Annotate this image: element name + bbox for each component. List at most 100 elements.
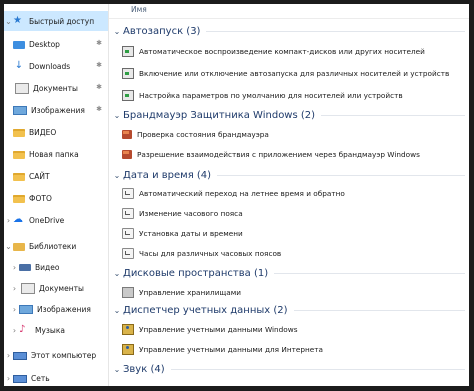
firewall-icon — [122, 150, 132, 159]
pin-icon[interactable]: ✱ — [96, 105, 102, 113]
nav-desktop[interactable]: Desktop ✱ — [4, 34, 108, 54]
group-title: Диспетчер учетных данных (2) — [123, 304, 288, 316]
group-divider — [206, 30, 465, 32]
nav-label: Библиотеки — [29, 241, 77, 251]
download-icon: ↓ — [14, 60, 24, 71]
column-header-name[interactable]: Имя — [109, 4, 469, 19]
folder-icon — [13, 172, 25, 181]
list-item[interactable]: Установка даты и времени — [122, 225, 469, 242]
nav-folder-video[interactable]: ВИДЕО — [4, 122, 108, 142]
pin-icon[interactable]: ✱ — [96, 39, 102, 47]
nav-label: САЙТ — [29, 171, 50, 181]
storage-icon — [122, 287, 134, 298]
document-icon — [15, 82, 29, 94]
list-item[interactable]: Разрешение взаимодействия с приложением … — [122, 146, 469, 163]
list-item[interactable]: Управление учетными данными для Интернет… — [122, 341, 469, 358]
nav-downloads[interactable]: ↓ Downloads ✱ — [4, 56, 108, 76]
nav-lib-music[interactable]: › ♪ Музыка — [4, 320, 108, 340]
chevron-down-icon[interactable]: ⌄ — [111, 306, 123, 315]
nav-label: ФОТО — [29, 193, 52, 203]
folder-icon — [13, 194, 25, 203]
chevron-down-icon[interactable]: ⌄ — [111, 111, 123, 120]
autoplay-icon — [122, 90, 134, 101]
nav-folder-new[interactable]: Новая папка — [4, 144, 108, 164]
list-item[interactable]: Автоматическое воспроизведение компакт-д… — [122, 43, 469, 60]
clock-icon — [122, 248, 134, 259]
pin-icon[interactable]: ✱ — [96, 83, 102, 91]
firewall-icon — [122, 130, 132, 139]
item-label: Автоматическое воспроизведение компакт-д… — [139, 47, 425, 56]
nav-documents[interactable]: Документы ✱ — [4, 78, 108, 98]
nav-pictures[interactable]: Изображения ✱ — [4, 100, 108, 120]
group-divider — [321, 114, 465, 116]
nav-folder-photo[interactable]: ФОТО — [4, 188, 108, 208]
chevron-right-icon[interactable]: › — [4, 351, 13, 360]
item-label: Установка даты и времени — [139, 229, 243, 238]
list-item[interactable]: Проверка состояния брандмауэра — [122, 126, 469, 143]
item-label: Настройка параметров по умолчанию для но… — [139, 91, 403, 100]
group-header[interactable]: ⌄ Диспетчер учетных данных (2) — [109, 302, 469, 318]
nav-this-pc[interactable]: › Этот компьютер — [4, 345, 108, 365]
folder-icon — [13, 150, 25, 159]
clock-icon — [122, 188, 134, 199]
navigation-pane[interactable]: ⌄ ★ Быстрый доступ Desktop ✱ ↓ Downloads… — [4, 4, 109, 386]
nav-network[interactable]: › Сеть — [4, 368, 108, 386]
list-item[interactable]: Автоматический переход на летнее время и… — [122, 185, 469, 202]
nav-lib-documents[interactable]: › Документы — [4, 278, 108, 298]
chevron-down-icon[interactable]: ⌄ — [4, 242, 13, 251]
nav-label: Документы — [33, 83, 78, 93]
list-item[interactable]: Управление хранилищами — [122, 284, 469, 301]
pictures-icon — [13, 106, 27, 115]
list-item[interactable]: Включение или отключение автозапуска для… — [122, 65, 469, 82]
nav-quick-access[interactable]: ⌄ ★ Быстрый доступ — [4, 11, 108, 31]
nav-libraries[interactable]: ⌄ Библиотеки — [4, 236, 108, 256]
group-title: Дата и время (4) — [123, 169, 212, 181]
nav-label: Новая папка — [29, 149, 79, 159]
document-icon — [21, 282, 35, 294]
list-item[interactable]: Часы для различных часовых поясов — [122, 245, 469, 262]
item-label: Управление учетными данными для Интернет… — [139, 345, 323, 354]
nav-lib-pictures[interactable]: › Изображения — [4, 299, 108, 319]
group-divider — [293, 309, 465, 311]
chevron-right-icon[interactable]: › — [10, 284, 19, 293]
nav-label: Изображения — [31, 105, 85, 115]
chevron-down-icon[interactable]: ⌄ — [4, 17, 13, 26]
group-header[interactable]: ⌄ Дисковые пространства (1) — [109, 265, 469, 281]
group-header[interactable]: ⌄ Брандмауэр Защитника Windows (2) — [109, 107, 469, 123]
list-item[interactable]: Управление учетными данными Windows — [122, 321, 469, 338]
nav-lib-video[interactable]: › Видео — [4, 257, 108, 277]
column-header-label: Имя — [131, 5, 147, 14]
item-label: Изменение часового пояса — [139, 209, 243, 218]
libraries-icon — [13, 242, 25, 251]
nav-label: OneDrive — [29, 215, 65, 225]
list-item[interactable]: Изменение часового пояса — [122, 205, 469, 222]
chevron-right-icon[interactable]: › — [10, 263, 19, 272]
chevron-down-icon[interactable]: ⌄ — [111, 269, 123, 278]
group-header[interactable]: ⌄ Звук (4) — [109, 361, 469, 377]
group-title: Автозапуск (3) — [123, 25, 201, 37]
clock-icon — [122, 208, 134, 219]
chevron-right-icon[interactable]: › — [4, 216, 13, 225]
list-item[interactable]: Настройка параметров по умолчанию для но… — [122, 87, 469, 104]
group-title: Дисковые пространства (1) — [123, 267, 269, 279]
nav-onedrive[interactable]: › ☁ OneDrive — [4, 210, 108, 230]
chevron-down-icon[interactable]: ⌄ — [111, 27, 123, 36]
chevron-right-icon[interactable]: › — [10, 326, 19, 335]
nav-label: Документы — [39, 283, 84, 293]
nav-folder-site[interactable]: САЙТ — [4, 166, 108, 186]
chevron-down-icon[interactable]: ⌄ — [111, 171, 123, 180]
group-divider — [217, 174, 465, 176]
chevron-right-icon[interactable]: › — [10, 305, 19, 314]
item-label: Управление учетными данными Windows — [139, 325, 298, 334]
group-header[interactable]: ⌄ Автозапуск (3) — [109, 23, 469, 39]
chevron-right-icon[interactable]: › — [4, 374, 13, 383]
chevron-down-icon[interactable]: ⌄ — [111, 365, 123, 374]
nav-label: ВИДЕО — [29, 127, 57, 137]
autoplay-icon — [122, 46, 134, 57]
autoplay-icon — [122, 68, 134, 79]
nav-label: Сеть — [31, 373, 50, 383]
music-icon: ♪ — [19, 324, 26, 335]
group-header[interactable]: ⌄ Дата и время (4) — [109, 167, 469, 183]
clock-icon — [122, 228, 134, 239]
pin-icon[interactable]: ✱ — [96, 61, 102, 69]
